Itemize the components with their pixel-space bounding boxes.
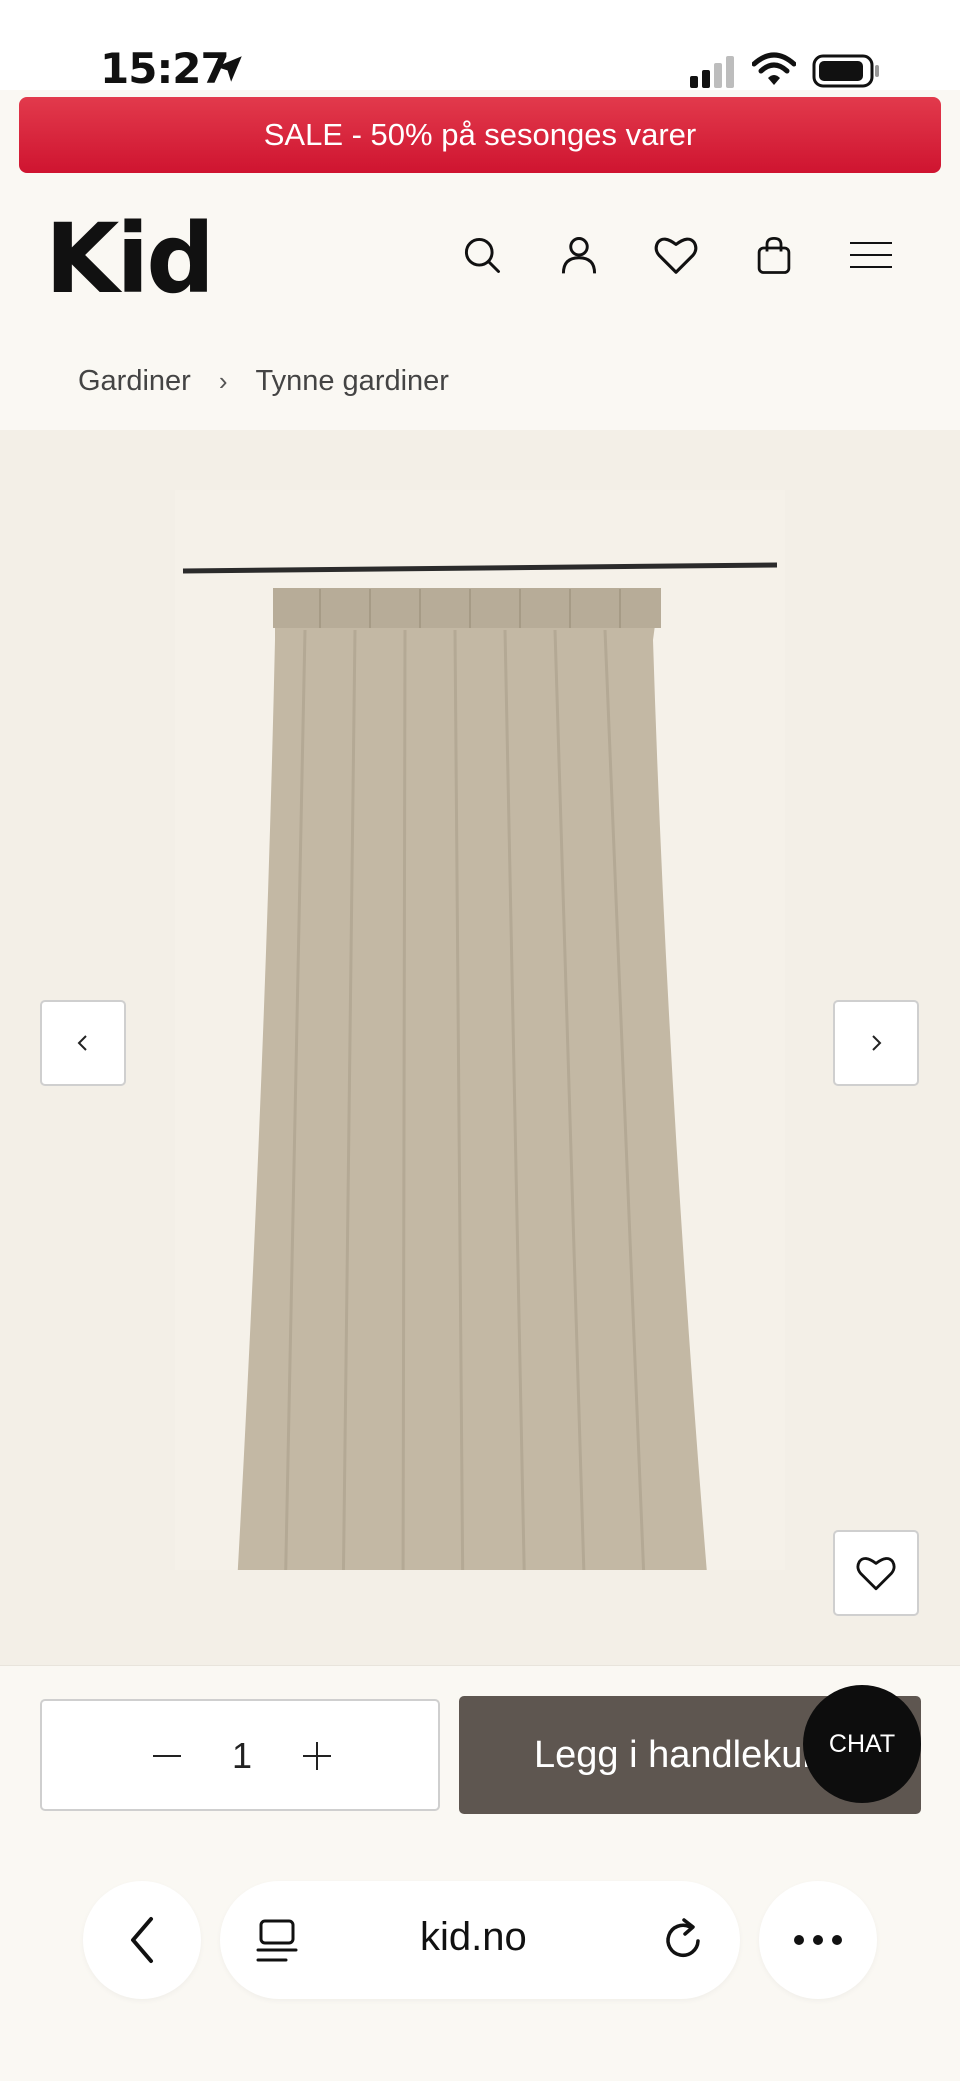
browser-back-button[interactable]: [83, 1881, 201, 1999]
chevron-left-icon: [131, 1917, 153, 1963]
search-icon[interactable]: [454, 227, 510, 283]
status-bar: 15:27: [0, 0, 960, 93]
plus-icon: [303, 1742, 331, 1770]
bag-icon[interactable]: [746, 227, 802, 283]
menu-icon[interactable]: [843, 227, 899, 283]
breadcrumb-item-tynne-gardiner[interactable]: Tynne gardiner: [256, 365, 449, 398]
battery-icon: [812, 54, 879, 88]
site-header: Kid: [0, 175, 960, 335]
previous-image-button[interactable]: [40, 1000, 126, 1086]
status-time: 15:27: [100, 44, 230, 93]
quantity-value[interactable]: 1: [217, 1735, 267, 1777]
product-gallery[interactable]: [0, 430, 960, 1665]
reload-icon[interactable]: [662, 1917, 706, 1963]
wifi-icon: [752, 52, 796, 85]
url-text: kid.no: [420, 1915, 527, 1959]
chevron-right-icon: [872, 1035, 882, 1051]
location-arrow-icon: [216, 56, 242, 82]
add-to-favorites-button[interactable]: [833, 1530, 919, 1616]
sale-banner[interactable]: SALE - 50% på sesonges varer: [19, 97, 941, 173]
breadcrumb: Gardiner › Tynne gardiner: [78, 365, 449, 398]
more-horizontal-icon: [794, 1935, 842, 1945]
breadcrumb-item-gardiner[interactable]: Gardiner: [78, 365, 191, 398]
browser-toolbar: kid.no: [0, 1840, 960, 2081]
next-image-button[interactable]: [833, 1000, 919, 1086]
heart-icon[interactable]: [648, 227, 704, 283]
increase-quantity-button[interactable]: [292, 1731, 342, 1781]
kid-logo[interactable]: Kid: [45, 203, 215, 315]
browser-more-button[interactable]: [759, 1881, 877, 1999]
chat-button[interactable]: CHAT: [803, 1685, 921, 1803]
tabs-icon[interactable]: [256, 1919, 298, 1963]
chevron-right-icon: ›: [218, 366, 228, 396]
curtain-product-image: [175, 490, 785, 1570]
signal-icon: [690, 56, 734, 88]
chevron-left-icon: [77, 1035, 87, 1051]
minus-icon: [153, 1755, 181, 1757]
heart-icon: [856, 1557, 896, 1591]
user-icon[interactable]: [551, 227, 607, 283]
quantity-stepper: 1: [40, 1699, 440, 1811]
address-bar[interactable]: kid.no: [220, 1881, 740, 1999]
decrease-quantity-button[interactable]: [142, 1731, 192, 1781]
